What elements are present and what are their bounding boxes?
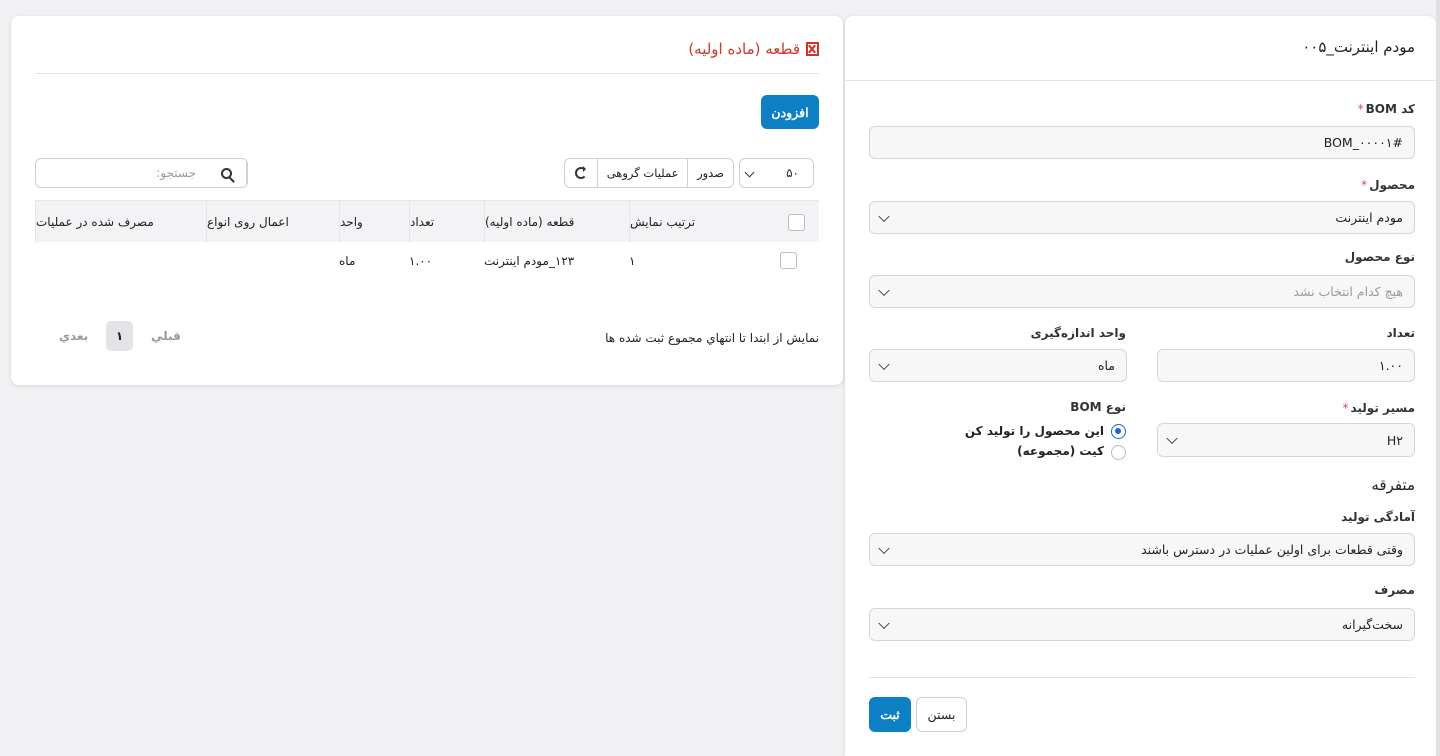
bom-form-card: ۰۰۵_مودم اینترنت کد BOM* BOM_۰۰۰۰۱# محصو… bbox=[845, 16, 1436, 756]
bulk-actions-button[interactable]: عملیات گروهی bbox=[597, 159, 687, 187]
route-value: H۲ bbox=[1386, 432, 1403, 448]
consumption-select[interactable]: سخت‌گیرانه bbox=[869, 608, 1415, 641]
select-all-checkbox[interactable] bbox=[788, 213, 805, 231]
product-label-text: محصول bbox=[1369, 178, 1415, 192]
quantity-label: تعداد bbox=[1386, 326, 1415, 340]
readiness-label: آمادگی تولید bbox=[1341, 510, 1415, 524]
search-input[interactable] bbox=[36, 159, 206, 187]
product-value: مودم اینترنت bbox=[1335, 210, 1403, 225]
bom-type-option-manufacture[interactable]: این محصول را تولید کن bbox=[965, 424, 1104, 438]
components-title-text: قطعه (ماده اولیه) bbox=[688, 40, 800, 58]
column-header-quantity[interactable]: تعداد bbox=[409, 201, 484, 243]
bom-type-radio-kit[interactable] bbox=[1111, 445, 1126, 460]
bom-type-radio-manufacture[interactable] bbox=[1111, 424, 1126, 439]
components-card: قطعه (ماده اولیه) افزودن ۵۰ عملیات گروهی… bbox=[11, 16, 843, 385]
column-header-unit[interactable]: واحد bbox=[339, 201, 409, 243]
required-mark: * bbox=[1342, 401, 1349, 415]
title-divider bbox=[35, 73, 819, 74]
uom-select[interactable]: ماه bbox=[869, 349, 1127, 382]
chevron-down-icon bbox=[878, 284, 890, 296]
search-icon bbox=[220, 167, 232, 179]
page-size-select[interactable]: ۵۰ bbox=[739, 158, 814, 188]
column-header-component[interactable]: قطعه (ماده اولیه) bbox=[484, 201, 629, 243]
row-unit: ماه bbox=[339, 254, 356, 268]
pagination-info: نمایش از ابتدا تا انتهاي مجموع ثبت شده ه… bbox=[605, 331, 819, 345]
search-button[interactable] bbox=[206, 159, 247, 187]
row-apply-on-variants bbox=[206, 242, 339, 280]
bom-code-label: کد BOM* bbox=[1358, 102, 1415, 116]
form-header: ۰۰۵_مودم اینترنت bbox=[845, 16, 1436, 81]
product-select[interactable]: مودم اینترنت bbox=[869, 201, 1415, 234]
chevron-down-icon bbox=[878, 542, 890, 554]
table-header: ترتیب نمایش قطعه (ماده اولیه) تعداد واحد… bbox=[35, 200, 819, 243]
quantity-input[interactable]: ۱.۰۰ bbox=[1157, 349, 1415, 382]
product-type-label: نوع محصول bbox=[1344, 250, 1415, 264]
component-icon bbox=[806, 42, 819, 56]
product-type-placeholder: هیچ کدام انتخاب نشد bbox=[1293, 284, 1403, 299]
chevron-down-icon bbox=[744, 167, 755, 178]
bom-type-option-kit[interactable]: کیت (مجموعه) bbox=[1017, 444, 1104, 458]
row-component: ۱۲۳_مودم اینترنت bbox=[484, 254, 575, 268]
chevron-down-icon bbox=[878, 358, 890, 370]
close-button[interactable]: بستن bbox=[916, 697, 967, 732]
route-label-text: مسیر تولید bbox=[1350, 401, 1415, 415]
select-all-cell bbox=[774, 201, 819, 243]
chevron-down-icon bbox=[1166, 432, 1178, 445]
row-sequence: ۱ bbox=[629, 254, 636, 268]
required-mark: * bbox=[1361, 178, 1368, 192]
prev-page-link[interactable]: قبلي bbox=[151, 329, 181, 343]
readiness-select[interactable]: وقتی قطعات برای اولین عملیات در دسترس با… bbox=[869, 533, 1415, 566]
chevron-down-icon bbox=[878, 210, 890, 222]
next-page-link[interactable]: بعدي bbox=[59, 329, 88, 343]
consumption-value: سخت‌گیرانه bbox=[1341, 617, 1403, 632]
column-header-consumed-in-operation[interactable]: مصرف شده در عملیات bbox=[35, 201, 206, 243]
required-mark: * bbox=[1357, 102, 1364, 116]
consumption-label: مصرف bbox=[1374, 583, 1415, 597]
row-checkbox[interactable] bbox=[780, 252, 797, 269]
uom-value: ماه bbox=[1097, 358, 1115, 373]
uom-label: واحد اندازه‌گیری bbox=[1030, 326, 1126, 340]
row-quantity: ۱.۰۰ bbox=[409, 254, 433, 268]
bom-type-label: نوع BOM bbox=[1070, 400, 1126, 414]
bom-code-label-text: کد BOM bbox=[1365, 102, 1415, 116]
current-page-button[interactable]: ۱ bbox=[106, 321, 133, 351]
save-button[interactable]: ثبت bbox=[869, 697, 911, 732]
chevron-down-icon bbox=[878, 617, 890, 629]
readiness-value: وقتی قطعات برای اولین عملیات در دسترس با… bbox=[1141, 542, 1403, 557]
column-header-sequence[interactable]: ترتیب نمایش bbox=[629, 201, 774, 243]
product-label: محصول* bbox=[1361, 178, 1415, 192]
form-title: ۰۰۵_مودم اینترنت bbox=[1302, 38, 1415, 56]
footer-divider bbox=[869, 677, 1415, 678]
bom-code-input[interactable]: BOM_۰۰۰۰۱# bbox=[869, 126, 1415, 159]
column-header-apply-on-variants[interactable]: اعمال روی انواع bbox=[206, 201, 339, 243]
route-label: مسیر تولید* bbox=[1342, 401, 1415, 415]
refresh-icon bbox=[575, 166, 588, 179]
components-title: قطعه (ماده اولیه) bbox=[688, 40, 819, 58]
list-toolbar: عملیات گروهی صدور bbox=[564, 158, 734, 188]
route-select[interactable]: H۲ bbox=[1157, 423, 1415, 457]
misc-section-title: متفرقه bbox=[1371, 476, 1415, 494]
page-scrollbar[interactable] bbox=[1436, 0, 1440, 756]
row-consumed-in-operation bbox=[35, 242, 206, 280]
search-box bbox=[35, 158, 248, 188]
product-type-select[interactable]: هیچ کدام انتخاب نشد bbox=[869, 275, 1415, 308]
page-size-value: ۵۰ bbox=[786, 166, 799, 180]
refresh-button[interactable] bbox=[565, 159, 597, 187]
add-button[interactable]: افزودن bbox=[761, 95, 819, 129]
export-button[interactable]: صدور bbox=[687, 159, 733, 187]
